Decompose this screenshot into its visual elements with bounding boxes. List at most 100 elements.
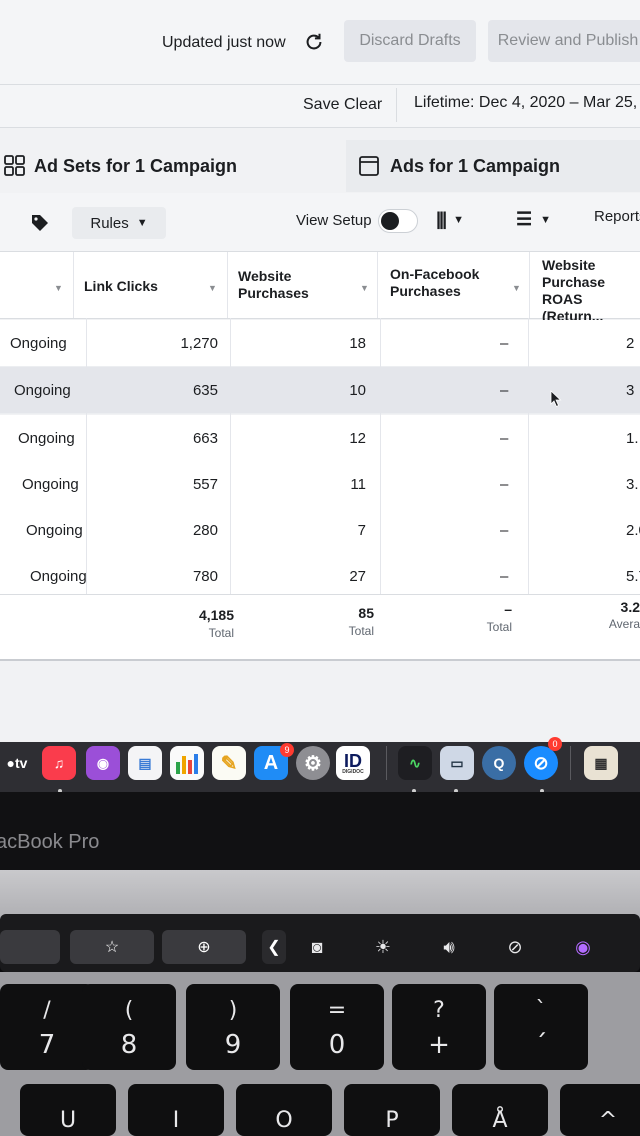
table-row[interactable]: Ongoing 635 10 – 3 [0,367,640,414]
view-setup-label: View Setup [296,212,372,229]
dock-separator [570,746,571,780]
key-shift-label: / [43,998,51,1023]
review-publish-button[interactable]: Review and Publish [488,20,640,62]
link-clicks-value: 1,270 [180,334,218,352]
tab-ad-sets-label: Ad Sets for 1 Campaign [34,155,238,176]
apple-tv-app-icon[interactable]: ● tv [0,746,34,780]
key-label: 9 [224,1030,242,1060]
table-row[interactable]: Ongoing 557 11–3. [0,461,640,508]
key-shift-label: = [327,998,347,1023]
siri-icon[interactable]: ◉ [566,930,600,964]
volume-icon[interactable]: 🔊︎ [432,930,466,964]
column-divider [86,318,87,594]
key-label: 0 [328,1030,346,1060]
table-row[interactable]: Ongoing 663 12–1. [0,415,640,462]
downloads-folder-icon[interactable]: ▦ [584,746,618,780]
podcasts-app-icon[interactable]: ◉ [86,746,120,780]
brightness-up-icon[interactable]: ☀ [366,930,400,964]
clear-link[interactable]: Clear [344,96,382,114]
roas-value: 2 [626,334,635,352]
keyboard-key[interactable]: O [236,1084,332,1136]
macbook-pro-label: acBook Pro [0,831,100,853]
quicktime-icon[interactable]: Q [482,746,516,780]
table-row[interactable]: Ongoing78027–5.7 [0,553,640,600]
keyboard-key[interactable]: P [344,1084,440,1136]
view-setup-toggle[interactable] [378,209,418,233]
onfacebook-purchases-value: – [500,334,509,352]
finder-window-icon[interactable]: ▭ [440,746,474,780]
website-purchases-value: 12 [349,429,366,447]
discard-drafts-button[interactable]: Discard Drafts [344,20,476,62]
key-shift-label: ` [535,998,547,1023]
tab-ads[interactable]: Ads for 1 Campaign [346,140,640,192]
link-clicks-value: 557 [192,475,218,493]
digidoc-label: DIGIDOC [342,768,364,775]
apple-logo-icon: ● [6,755,15,771]
tag-icon[interactable] [30,213,50,233]
breakdown-dropdown[interactable]: ☰ ▼ [516,209,551,230]
roas-header[interactable]: Website Purchase ROAS (Return... [530,252,640,324]
bookmark-star-icon[interactable]: ☆ [70,930,154,964]
caret-down-icon: ▼ [136,217,148,229]
total-link-clicks: 4,185 [198,607,234,623]
keyboard-key[interactable]: Å [452,1084,548,1136]
safari-icon[interactable]: ⊘ [524,746,558,780]
reports-dropdown[interactable]: Reports [594,208,640,225]
keyboard-key[interactable]: = 0 [290,984,384,1070]
numbers-app-icon[interactable] [170,746,204,780]
new-tab-plus-icon[interactable]: ⊕ [162,930,246,964]
divider [396,88,397,122]
keyboard-key[interactable]: ^ [560,1084,640,1136]
keyboard-key[interactable]: I [128,1084,224,1136]
top-bar: Updated just now Discard Drafts Review a… [0,0,640,85]
mute-icon[interactable]: ⊘ [498,930,532,964]
keynote-app-icon[interactable]: ▤ [128,746,162,780]
keyboard-key[interactable]: ` ´ [494,984,588,1070]
key-label: Å [492,1108,508,1133]
refresh-icon[interactable] [303,31,325,53]
key-label: 8 [120,1030,138,1060]
activity-monitor-icon[interactable]: ∿ [398,746,432,780]
onfacebook-purchases-header[interactable]: On-Facebook Purchases ▼ [378,252,530,318]
brightness-down-icon[interactable]: ◙ [300,930,334,964]
total-onfacebook-purchases: – [504,601,512,617]
collapse-chevron-icon[interactable]: ❮ [262,930,286,964]
total-label: Total [208,626,234,640]
keyboard-key[interactable]: ) 9 [186,984,280,1070]
touchbar-button[interactable] [0,930,60,964]
keyboard-key[interactable]: (8 [82,984,176,1070]
key-label: ´ [534,1030,548,1060]
columns-dropdown[interactable]: ||| ▼ [436,209,464,230]
dock-separator [386,746,387,780]
key-label: U [59,1108,77,1133]
link-clicks-value: 663 [192,429,218,447]
bar-chart-icon [176,754,198,774]
roas-value: 3. [626,475,639,493]
columns-icon: ||| [436,209,447,229]
keyboard-key[interactable]: /7 [0,984,94,1070]
tab-ad-sets[interactable]: Ad Sets for 1 Campaign [0,140,340,192]
table-row[interactable]: Ongoing 1,270 18 – 2 [0,320,640,367]
breakdown-icon: ☰ [516,209,533,229]
system-preferences-icon[interactable]: ⚙ [296,746,330,780]
roas-value: 2.0 [626,521,640,539]
key-label: + [428,1030,450,1060]
delivery-column-header[interactable]: ▼ [0,252,74,318]
app-store-badge: 9 [280,743,294,757]
music-app-icon[interactable]: ♫ [42,746,76,780]
save-link[interactable]: Save [303,96,339,114]
website-purchases-header[interactable]: Website Purchases ▼ [228,252,378,318]
keyboard-key[interactable]: ? + [392,984,486,1070]
date-range-picker[interactable]: Lifetime: Dec 4, 2020 – Mar 25, 20 [414,94,640,112]
link-clicks-value: 780 [192,567,218,585]
rules-dropdown[interactable]: Rules ▼ [72,207,166,239]
sort-caret-icon: ▼ [512,283,521,293]
roas-value: 1. [626,429,639,447]
digidoc-app-icon[interactable]: ID DIGIDOC [336,746,370,780]
column-divider [528,318,529,594]
pages-app-icon[interactable]: ✎ [212,746,246,780]
table-row[interactable]: Ongoing2807–2.0 [0,507,640,554]
link-clicks-header[interactable]: Link Clicks ▼ [74,252,228,318]
keyboard-key[interactable]: U [20,1084,116,1136]
link-clicks-header-label: Link Clicks [84,278,158,294]
